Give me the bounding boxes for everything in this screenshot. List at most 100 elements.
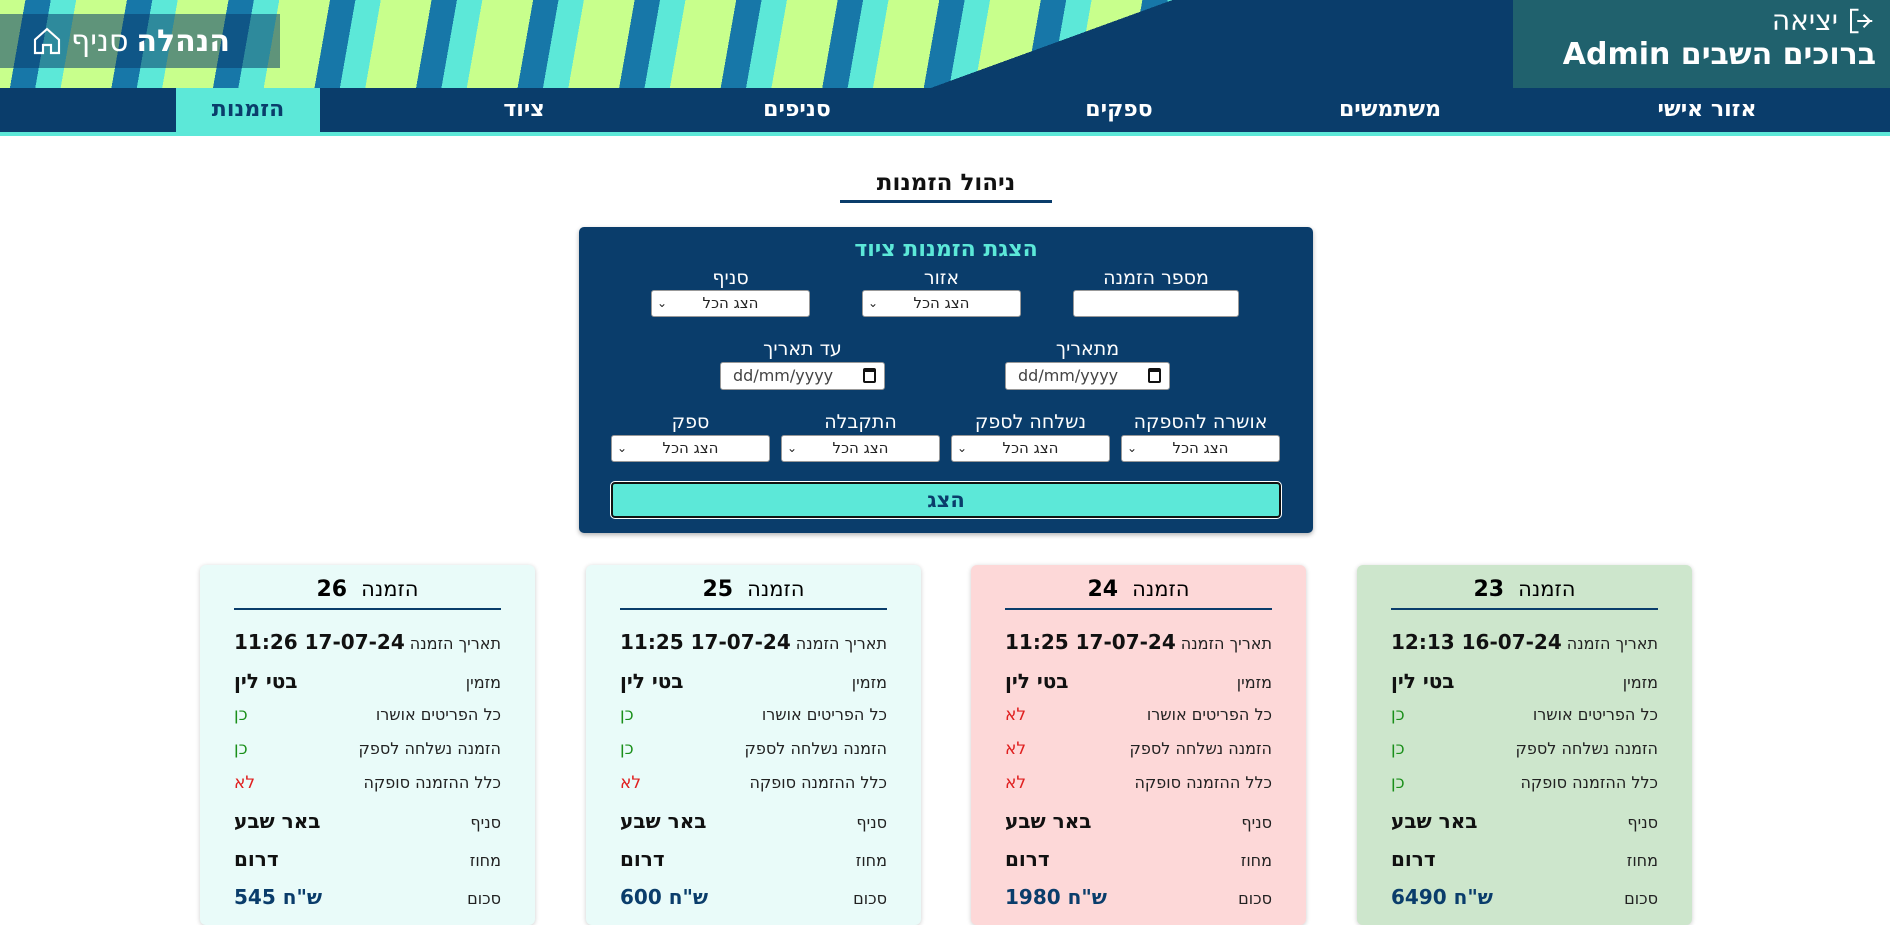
field-label: מחוז [1240,851,1272,870]
field-value: לא [1005,705,1027,725]
order-label: הזמנה [1518,577,1576,601]
field-label: תאריך הזמנה [409,634,501,653]
logout-button[interactable]: יציאה [1527,4,1876,37]
field-label: כל הפריטים אושרו [761,705,887,724]
user-box: יציאה ברוכים השבים Admin [1513,0,1890,88]
order-field-district: מחוז דרום [1005,847,1272,871]
field-value: לא [1005,773,1027,793]
field-label: מזמין [465,673,501,692]
field-label: סניף [470,813,501,832]
field-value: בטי לין [1005,669,1069,693]
field-label: סניף [1627,813,1658,832]
field-label: תאריך הזמנה [1566,634,1658,653]
branch-value: הצג הכל [702,294,759,312]
order-card-header: הזמנה 26 [234,577,501,610]
nav-equipment[interactable]: ציוד [503,88,544,132]
field-value: בטי לין [1391,669,1455,693]
field-label: סכום [1624,889,1658,908]
field-label: כלל ההזמנה סופקה [1520,773,1658,792]
order-number-input[interactable] [1073,290,1239,317]
order-label: הזמנה [1132,577,1190,601]
order-field-sent: הזמנה נשלחה לספק לא [1005,739,1272,759]
chevron-down-icon: ⌄ [617,441,628,455]
region-value: הצג הכל [913,294,970,312]
order-field-sent: הזמנה נשלחה לספק כן [1391,739,1658,759]
supplier-select[interactable]: ⌄ הצג הכל [611,435,770,462]
order-card-header: הזמנה 25 [620,577,887,610]
home-link[interactable]: סניף הנהלה [0,14,280,68]
order-field-supplied: כלל ההזמנה סופקה לא [234,773,501,793]
order-field-date: תאריך הזמנה 17-07-24 11:25 [620,630,887,654]
show-button[interactable]: הצג [610,481,1282,519]
field-value: ש"ח 1980 [1005,885,1107,909]
order-card-header: הזמנה 24 [1005,577,1272,610]
to-date-input[interactable]: dd/mm/yyyy [720,362,885,390]
main-nav: אזור אישי משתמשים ספקים סניפים ציוד הזמנ… [0,88,1890,136]
field-value: 16-07-24 12:13 [1391,630,1562,654]
order-number: 24 [1087,577,1119,602]
field-label: סכום [853,889,887,908]
approved-select[interactable]: ⌄ הצג הכל [1121,435,1280,462]
chevron-down-icon: ⌄ [1127,441,1138,455]
field-value: 17-07-24 11:25 [620,630,791,654]
field-label: מזמין [851,673,887,692]
from-date-input[interactable]: dd/mm/yyyy [1005,362,1170,390]
field-label: כלל ההזמנה סופקה [363,773,501,792]
calendar-icon[interactable] [1148,368,1161,383]
to-date-placeholder: dd/mm/yyyy [733,366,834,385]
nav-users[interactable]: משתמשים [1339,88,1441,132]
order-field-all-approved: כל הפריטים אושרו כן [1391,705,1658,725]
order-card-header: הזמנה 23 [1391,577,1658,610]
order-field-orderer: מזמין בטי לין [1005,669,1272,693]
field-label: הזמנה נשלחה לספק [358,739,501,758]
sent-select[interactable]: ⌄ הצג הכל [951,435,1110,462]
order-field-total: סכום ש"ח 545 [234,885,501,909]
field-value: כן [1391,773,1405,793]
nav-branches[interactable]: סניפים [763,88,831,132]
field-label: כל הפריטים אושרו [375,705,501,724]
field-value: בטי לין [620,669,684,693]
branch-select[interactable]: ⌄ הצג הכל [651,290,810,317]
order-field-district: מחוז דרום [1391,847,1658,871]
nav-personal-area[interactable]: אזור אישי [1658,88,1757,132]
order-field-date: תאריך הזמנה 17-07-24 11:26 [234,630,501,654]
field-label: מזמין [1236,673,1272,692]
field-value: דרום [234,847,279,871]
calendar-icon[interactable] [863,368,876,383]
order-field-total: סכום ש"ח 6490 [1391,885,1658,909]
order-field-supplied: כלל ההזמנה סופקה לא [1005,773,1272,793]
received-select[interactable]: ⌄ הצג הכל [781,435,940,462]
order-field-total: סכום ש"ח 600 [620,885,887,909]
home-prefix: סניף [71,23,129,59]
order-field-orderer: מזמין בטי לין [620,669,887,693]
field-label: הזמנה נשלחה לספק [1129,739,1272,758]
field-value: דרום [1391,847,1436,871]
received-value: הצג הכל [832,439,889,457]
order-field-orderer: מזמין בטי לין [234,669,501,693]
to-date-label: עד תאריך [763,338,842,360]
field-value: ש"ח 545 [234,885,323,909]
approved-label: אושרה להספקה [1133,411,1268,433]
order-field-all-approved: כל הפריטים אושרו כן [234,705,501,725]
order-field-date: תאריך הזמנה 16-07-24 12:13 [1391,630,1658,654]
nav-orders[interactable]: הזמנות [176,88,320,132]
order-field-branch: סניף באר שבע [1005,809,1272,833]
field-value: כן [1391,739,1405,759]
order-field-total: סכום ש"ח 1980 [1005,885,1272,909]
field-label: הזמנה נשלחה לספק [1515,739,1658,758]
field-label: סכום [467,889,501,908]
field-value: בטי לין [234,669,298,693]
order-field-sent: הזמנה נשלחה לספק כן [620,739,887,759]
order-card: הזמנה 24 תאריך הזמנה 17-07-24 11:25 מזמין בטי… [971,565,1306,925]
field-value: דרום [620,847,665,871]
order-number-label: מספר הזמנה [1103,267,1209,289]
field-value: ש"ח 6490 [1391,885,1493,909]
filter-panel: הצגת הזמנות ציוד מספר הזמנה אזור ⌄ הצג הכ… [579,227,1313,533]
field-label: כלל ההזמנה סופקה [1134,773,1272,792]
field-label: כל הפריטים אושרו [1532,705,1658,724]
field-label: מזמין [1622,673,1658,692]
region-select[interactable]: ⌄ הצג הכל [862,290,1021,317]
nav-suppliers[interactable]: ספקים [1085,88,1152,132]
field-label: הזמנה נשלחה לספק [744,739,887,758]
field-label: תאריך הזמנה [795,634,887,653]
